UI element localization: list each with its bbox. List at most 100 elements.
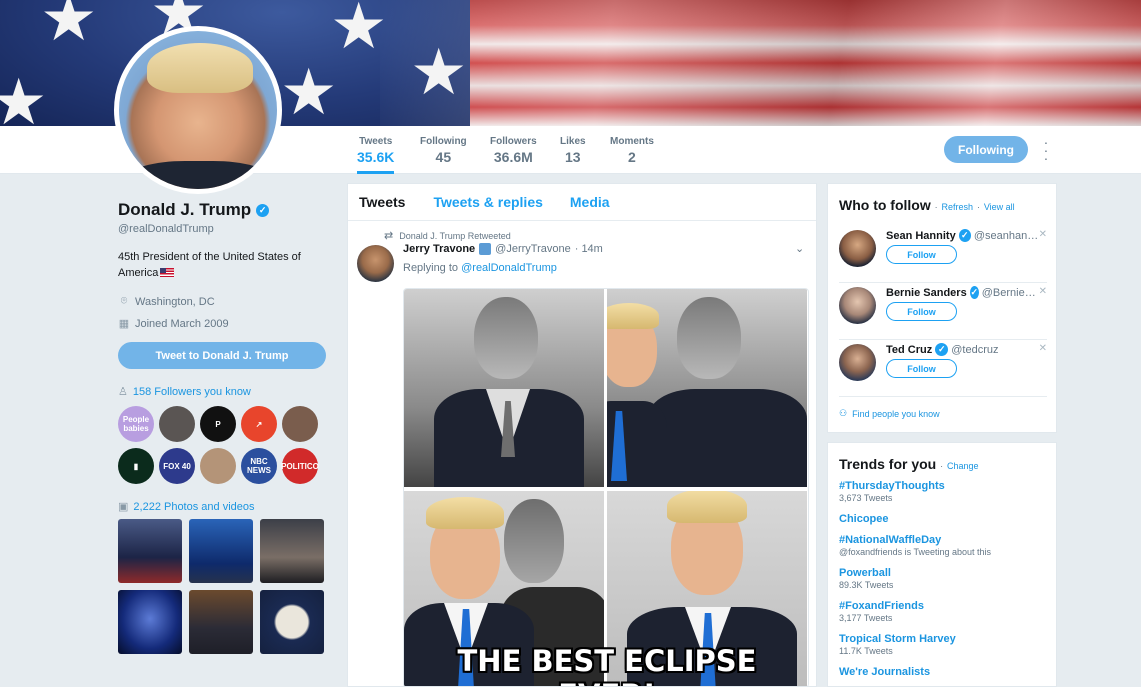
profile-bio: 45th President of the United States of A…: [118, 251, 301, 279]
timeline: Tweets Tweets & replies Media ⇄ Donald J…: [347, 183, 817, 687]
follow-suggestion: Bernie Sanders ✓ @BernieSanders ✕ Follow: [839, 284, 1047, 340]
meme-caption: THE BEST ECLIPSE EVER!: [457, 644, 757, 686]
trend-item[interactable]: Tropical Storm Harvey 11.7K Tweets: [839, 633, 1049, 656]
banner-star: ★: [410, 36, 468, 108]
verified-icon: ✓: [969, 286, 979, 299]
stat-moments[interactable]: Moments 2: [610, 136, 654, 165]
stat-tweets[interactable]: Tweets 35.6K: [357, 136, 395, 174]
tweet-author-handle[interactable]: @JerryTravone: [495, 243, 571, 255]
photo-thumbnail[interactable]: [260, 519, 324, 583]
follow-suggestion: Ted Cruz ✓ @tedcruz ✕ Follow: [839, 341, 1047, 397]
location-pin-icon: ⌾: [120, 295, 128, 307]
suggestion-name[interactable]: Bernie Sanders: [886, 287, 967, 299]
dismiss-icon[interactable]: ✕: [1039, 286, 1047, 297]
photo-thumbnail[interactable]: [118, 519, 182, 583]
find-people-link[interactable]: ⚇ Find people you know: [839, 408, 940, 419]
following-button[interactable]: Following: [944, 136, 1028, 163]
meme-panel: [607, 289, 807, 487]
follower-avatar[interactable]: [282, 406, 318, 442]
verified-icon: ✓: [935, 343, 949, 356]
follower-avatar[interactable]: People babies: [118, 406, 154, 442]
stat-likes[interactable]: Likes 13: [560, 136, 586, 165]
banner-star: ★: [330, 0, 388, 62]
trend-item[interactable]: #ThursdayThoughts 3,673 Tweets: [839, 480, 1049, 503]
avatar[interactable]: [839, 344, 876, 381]
tab-tweets-replies[interactable]: Tweets & replies: [433, 194, 542, 210]
replying-to-link[interactable]: @realDonaldTrump: [461, 262, 557, 274]
tweet-timestamp[interactable]: · 14m: [575, 243, 603, 255]
photo-thumbnail[interactable]: [118, 590, 182, 654]
suggestion-handle: @seanhannity: [973, 229, 1040, 242]
follower-avatar[interactable]: NBC NEWS: [241, 448, 277, 484]
replying-to: Replying to @realDonaldTrump: [403, 262, 557, 274]
follow-suggestion: Sean Hannity ✓ @seanhannity ✕ Follow: [839, 227, 1047, 283]
chevron-down-icon[interactable]: ⌄: [795, 242, 804, 255]
change-trends-link[interactable]: Change: [947, 461, 979, 471]
refresh-link[interactable]: Refresh: [942, 202, 974, 212]
trends-title: Trends for you: [839, 456, 937, 472]
meme-panel: [404, 289, 604, 487]
follower-avatar[interactable]: ↗: [241, 406, 277, 442]
person-icon: ♙: [118, 386, 128, 398]
stat-followers[interactable]: Followers 36.6M: [490, 136, 537, 165]
profile-joined: ▦ Joined March 2009: [118, 317, 229, 331]
follow-button[interactable]: Follow: [886, 302, 957, 321]
follower-avatar[interactable]: FOX 40: [159, 448, 195, 484]
suggestion-handle: @BernieSanders: [981, 286, 1040, 299]
image-icon: ▣: [118, 501, 129, 513]
dismiss-icon[interactable]: ✕: [1039, 343, 1047, 354]
verified-icon: ✓: [256, 203, 270, 217]
follower-avatar[interactable]: [159, 406, 195, 442]
follower-avatar[interactable]: POLITICO: [281, 448, 319, 484]
tweet-author-avatar[interactable]: [357, 245, 394, 282]
followers-you-know-grid: People babies P ↗ ▮ FOX 40 NBC NEWS POLITICO: [118, 406, 328, 484]
translator-badge-icon: [479, 243, 492, 255]
suggestion-name[interactable]: Sean Hannity: [886, 230, 956, 242]
view-all-link[interactable]: View all: [984, 202, 1015, 212]
us-flag-icon: [160, 268, 175, 277]
follow-button[interactable]: Follow: [886, 245, 957, 264]
tab-media[interactable]: Media: [570, 194, 610, 210]
follower-avatar[interactable]: ▮: [118, 448, 154, 484]
suggestion-name[interactable]: Ted Cruz: [886, 344, 932, 356]
banner-star: ★: [0, 66, 48, 126]
trend-item[interactable]: #NationalWaffleDay @foxandfriends is Twe…: [839, 534, 1049, 557]
profile-avatar[interactable]: [114, 26, 282, 194]
banner-star: ★: [40, 0, 98, 54]
who-to-follow-title: Who to follow: [839, 197, 931, 213]
follower-avatar[interactable]: [200, 448, 236, 484]
trend-item[interactable]: We're Journalists: [839, 666, 1049, 678]
calendar-icon: ▦: [118, 318, 130, 330]
avatar[interactable]: [839, 287, 876, 324]
tweet-author-name[interactable]: Jerry Travone: [403, 243, 475, 255]
avatar[interactable]: [839, 230, 876, 267]
tab-tweets[interactable]: Tweets: [359, 194, 405, 210]
more-vertical-icon[interactable]: · · ·: [1040, 135, 1052, 165]
photo-thumbnail[interactable]: [189, 590, 253, 654]
follower-avatar[interactable]: P: [200, 406, 236, 442]
retweet-context: ⇄ Donald J. Trump Retweeted: [384, 230, 511, 242]
banner-star: ★: [280, 56, 338, 126]
followers-you-know-link[interactable]: ♙ 158 Followers you know: [118, 385, 328, 399]
photos-grid: [118, 519, 328, 654]
profile-name[interactable]: Donald J. Trump: [118, 200, 251, 220]
trends-panel: Trends for you · Change #ThursdayThought…: [827, 442, 1057, 687]
tweet-to-button[interactable]: Tweet to Donald J. Trump: [118, 342, 326, 369]
follow-button[interactable]: Follow: [886, 359, 957, 378]
tweet-header: Jerry Travone @JerryTravone · 14m: [403, 243, 603, 255]
photos-videos-link[interactable]: ▣ 2,222 Photos and videos: [118, 500, 328, 514]
timeline-tabs: Tweets Tweets & replies Media: [348, 184, 816, 221]
profile-handle[interactable]: @realDonaldTrump: [118, 223, 328, 235]
photo-thumbnail[interactable]: [189, 519, 253, 583]
dismiss-icon[interactable]: ✕: [1039, 229, 1047, 240]
trend-item[interactable]: Powerball 89.3K Tweets: [839, 567, 1049, 590]
profile-card: Donald J. Trump ✓ @realDonaldTrump 45th …: [118, 200, 328, 654]
people-icon: ⚇: [839, 408, 848, 418]
photo-thumbnail[interactable]: [260, 590, 324, 654]
trend-item[interactable]: Chicopee: [839, 513, 1049, 525]
trend-item[interactable]: #FoxandFriends 3,177 Tweets: [839, 600, 1049, 623]
retweet-icon: ⇄: [384, 230, 394, 242]
who-to-follow: Who to follow · Refresh · View all Sean …: [827, 183, 1057, 433]
stat-following[interactable]: Following 45: [420, 136, 467, 165]
tweet-media-image[interactable]: THE BEST ECLIPSE EVER!: [403, 288, 809, 686]
